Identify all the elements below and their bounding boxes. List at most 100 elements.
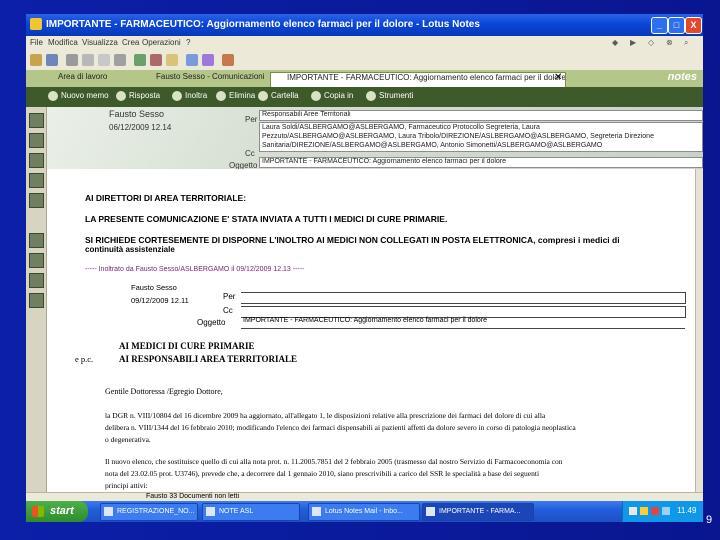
home-icon[interactable]: ◇ bbox=[648, 38, 654, 47]
close-tab-icon[interactable]: ✕ bbox=[554, 72, 562, 83]
todo-icon[interactable] bbox=[222, 54, 234, 66]
attach-icon[interactable] bbox=[166, 54, 178, 66]
minimize-button[interactable]: _ bbox=[651, 17, 668, 34]
inner-cc-label: Cc bbox=[223, 306, 233, 315]
reply-icon bbox=[116, 91, 126, 101]
forward-mail-icon[interactable] bbox=[134, 54, 146, 66]
body-line-3b: continuità assistenziale bbox=[85, 245, 175, 254]
tab-area-di-lavoro[interactable]: Area di lavoro bbox=[42, 72, 150, 86]
window-title: IMPORTANTE - FARMACEUTICO: Aggiornamento… bbox=[46, 19, 480, 30]
more-bookmark-icon[interactable] bbox=[29, 273, 44, 288]
addressee-1: AI MEDICI DI CURE PRIMARIE bbox=[119, 341, 255, 351]
tab-comunicazioni[interactable]: Fausto Sesso - Comunicazioni bbox=[140, 72, 280, 86]
para1-line-c: o degenerativa. bbox=[105, 435, 151, 444]
task-lotus-inbox[interactable]: Lotus Notes Mail - Inbo... bbox=[308, 503, 420, 521]
forward-icon bbox=[172, 91, 182, 101]
todo-bookmark-icon[interactable] bbox=[29, 173, 44, 188]
para2-line-c: principi attivi: bbox=[105, 481, 148, 490]
menu-crea[interactable]: Crea bbox=[122, 38, 139, 47]
copy-icon[interactable] bbox=[98, 54, 110, 66]
save-icon[interactable] bbox=[46, 54, 58, 66]
back-icon[interactable]: ◆ bbox=[612, 38, 618, 47]
folder-icon bbox=[258, 91, 268, 101]
task-importante[interactable]: IMPORTANTE - FARMA... bbox=[422, 503, 534, 521]
clock: 11.49 bbox=[677, 506, 697, 515]
tab-strip: Area di lavoro Fausto Sesso - Comunicazi… bbox=[26, 70, 703, 87]
body-line-2: LA PRESENTE COMUNICAZIONE E' STATA INVIA… bbox=[85, 214, 448, 224]
inner-subject-underline bbox=[241, 328, 685, 329]
maximize-button[interactable]: □ bbox=[668, 17, 685, 34]
calendar-bookmark-icon[interactable] bbox=[29, 133, 44, 148]
greeting: Gentile Dottoressa /Egregio Dottore, bbox=[105, 387, 223, 396]
cc-line-2: Pezzuto/ASLBERGAMO@ASLBERGAMO, Laura Tri… bbox=[262, 133, 654, 140]
message-body: AI DIRETTORI DI AREA TERRITORIALE: LA PR… bbox=[47, 169, 695, 493]
forward-separator: ----- Inoltrato da Fausto Sesso/ASLBERGA… bbox=[85, 266, 305, 273]
body-line-3: SI RICHIEDE CORTESEMENTE DI DISPORNE L'I… bbox=[85, 235, 620, 245]
reply-icon[interactable] bbox=[150, 54, 162, 66]
menu-operazioni[interactable]: Operazioni bbox=[142, 38, 181, 47]
subject-field[interactable]: IMPORTANTE - FARMACEUTICO: Aggiornamento… bbox=[259, 157, 703, 168]
epc-label: e p.c. bbox=[75, 354, 94, 364]
stop-icon[interactable]: ⊗ bbox=[666, 38, 673, 47]
document-icon bbox=[104, 507, 113, 516]
tray-antivirus-icon[interactable] bbox=[640, 507, 648, 515]
mail-icon bbox=[312, 507, 321, 516]
toolbar bbox=[26, 50, 703, 71]
menu-visualizza[interactable]: Visualizza bbox=[82, 38, 118, 47]
delete-button[interactable]: Elimina bbox=[216, 91, 255, 101]
para2-line-a: Il nuovo elenco, che sostituisce quello … bbox=[105, 457, 563, 466]
notes-logo: notes bbox=[667, 71, 697, 83]
forward-icon[interactable]: ▶ bbox=[630, 38, 636, 47]
tab-current-document[interactable]: IMPORTANTE - FARMACEUTICO: Aggiornamento… bbox=[270, 72, 566, 87]
task-registrazione[interactable]: REGISTRAZIONE_NO... bbox=[100, 503, 198, 521]
cc-line-1: Laura Soldi/ASLBERGAMO@ASLBERGAMO, Farma… bbox=[262, 124, 540, 131]
notes-icon bbox=[206, 507, 215, 516]
favorites-bookmark-icon[interactable] bbox=[29, 233, 44, 248]
contacts-icon[interactable] bbox=[202, 54, 214, 66]
lotus-notes-window: IMPORTANTE - FARMACEUTICO: Aggiornamento… bbox=[26, 14, 703, 522]
tools-button[interactable]: Strumenti bbox=[366, 91, 413, 101]
system-tray: 11.49 bbox=[622, 501, 703, 522]
inner-date: 09/12/2009 12.11 bbox=[131, 296, 189, 305]
folder-icon[interactable] bbox=[30, 54, 42, 66]
tray-volume-icon[interactable] bbox=[662, 507, 670, 515]
new-memo-button[interactable]: Nuovo memo bbox=[48, 91, 109, 101]
menu-file[interactable]: File bbox=[30, 38, 43, 47]
tray-network-icon[interactable] bbox=[629, 507, 637, 515]
mail-bookmark-icon[interactable] bbox=[29, 113, 44, 128]
tray-alert-icon[interactable] bbox=[651, 507, 659, 515]
databases-bookmark-icon[interactable] bbox=[29, 253, 44, 268]
new-memo-icon bbox=[48, 91, 58, 101]
forward-button[interactable]: Inoltra bbox=[172, 91, 207, 101]
para2-line-b: nota del 23.02.05 prot. U3746), prevede … bbox=[105, 469, 540, 478]
reply-button[interactable]: Risposta bbox=[116, 91, 160, 101]
close-window-button[interactable]: X bbox=[685, 17, 702, 34]
menu-help[interactable]: ? bbox=[186, 38, 190, 47]
start-button[interactable]: start bbox=[26, 501, 88, 522]
copy-into-button[interactable]: Copia in bbox=[311, 91, 353, 101]
contacts-bookmark-icon[interactable] bbox=[29, 153, 44, 168]
to-field[interactable]: Responsabili Aree Territoriali bbox=[259, 110, 703, 121]
search-icon[interactable]: ⌕ bbox=[684, 38, 688, 48]
cut-icon[interactable] bbox=[82, 54, 94, 66]
paste-icon[interactable] bbox=[114, 54, 126, 66]
history-bookmark-icon[interactable] bbox=[29, 293, 44, 308]
cc-field[interactable]: Laura Soldi/ASLBERGAMO@ASLBERGAMO, Farma… bbox=[259, 122, 703, 152]
para1-line-b: delibera n. VIII/1344 del 16 febbraio 20… bbox=[105, 423, 576, 432]
vertical-scrollbar[interactable] bbox=[695, 169, 703, 493]
inner-subject-label: Oggetto bbox=[197, 318, 226, 327]
print-icon[interactable] bbox=[66, 54, 78, 66]
calendar-icon[interactable] bbox=[186, 54, 198, 66]
addressee-2: AI RESPONSABILI AREA TERRITORIALE bbox=[119, 354, 297, 364]
para1-line-a: la DGR n. VIII/10804 del 16 dicembre 200… bbox=[105, 411, 546, 420]
inner-subject: IMPORTANTE - FARMACEUTICO: Aggiornamento… bbox=[243, 317, 488, 324]
menu-bar: File Modifica Visualizza Crea Operazioni… bbox=[26, 36, 703, 50]
inner-to-label: Per bbox=[223, 292, 236, 301]
replicator-bookmark-icon[interactable] bbox=[29, 193, 44, 208]
copy-into-icon bbox=[311, 91, 321, 101]
windows-taskbar: start REGISTRAZIONE_NO... NOTE ASL Lotus… bbox=[26, 501, 703, 522]
task-note-asl[interactable]: NOTE ASL bbox=[202, 503, 300, 521]
folder-button[interactable]: Cartella bbox=[258, 91, 299, 101]
menu-modifica[interactable]: Modifica bbox=[48, 38, 78, 47]
tools-icon bbox=[366, 91, 376, 101]
